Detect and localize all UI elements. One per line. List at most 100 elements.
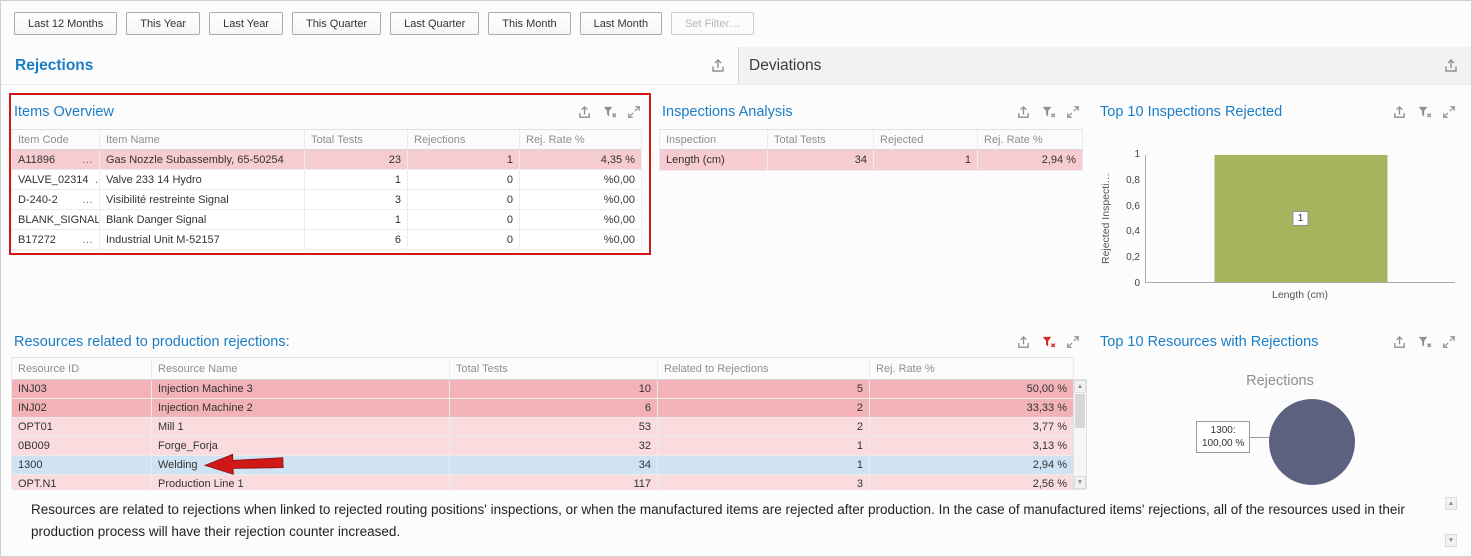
- export-icon[interactable]: [1391, 334, 1407, 350]
- pie-slice-1300[interactable]: [1269, 399, 1355, 485]
- top-resources-title: Top 10 Resources with Rejections: [1100, 334, 1318, 350]
- table-cell: 32: [450, 437, 658, 455]
- table-row[interactable]: 0B009Forge_Forja3213,13 %: [12, 437, 1074, 456]
- export-icon[interactable]: [710, 58, 726, 74]
- export-icon[interactable]: [1015, 334, 1031, 350]
- table-cell: 2: [658, 399, 870, 417]
- column-header[interactable]: Rej. Rate %: [870, 358, 1074, 379]
- column-header[interactable]: Item Code: [12, 130, 100, 149]
- column-header[interactable]: Item Name: [100, 130, 305, 149]
- clear-filter-icon[interactable]: [1416, 334, 1432, 350]
- maximize-icon[interactable]: [1065, 104, 1081, 120]
- info-text: Resources are related to rejections when…: [31, 499, 1423, 543]
- clear-filter-icon[interactable]: [601, 104, 617, 120]
- column-header[interactable]: Rejections: [408, 130, 520, 149]
- bar-chart-plot-area: 1: [1145, 155, 1455, 283]
- column-header[interactable]: Rejected: [874, 130, 978, 149]
- table-row[interactable]: D-240-2…Visibilité restreinte Signal30%0…: [12, 190, 642, 210]
- deviations-tab-title[interactable]: Deviations: [749, 57, 821, 75]
- column-header[interactable]: Rej. Rate %: [520, 130, 642, 149]
- table-cell: %0,00: [520, 230, 642, 249]
- table-cell: VALVE_02314…: [12, 170, 100, 189]
- table-row[interactable]: BLANK_SIGNAL…Blank Danger Signal10%0,00: [12, 210, 642, 230]
- y-axis-title: Rejected Inspecti…: [1100, 173, 1112, 264]
- maximize-icon[interactable]: [1065, 334, 1081, 350]
- pie-slice-callout[interactable]: 1300: 100,00 %: [1196, 421, 1250, 453]
- table-header-row: InspectionTotal TestsRejectedRej. Rate %: [660, 130, 1083, 150]
- table-cell: B17272…: [12, 230, 100, 249]
- table-row[interactable]: A11896…Gas Nozzle Subassembly, 65-502542…: [12, 150, 642, 170]
- table-cell: 1: [658, 437, 870, 455]
- rejections-dashboard: Last 12 Months This Year Last Year This …: [0, 0, 1472, 557]
- table-cell: OPT01: [12, 418, 152, 436]
- column-header[interactable]: Total Tests: [450, 358, 658, 379]
- export-icon[interactable]: [1015, 104, 1031, 120]
- inspections-analysis-title: Inspections Analysis: [662, 104, 793, 120]
- table-cell: Mill 1: [152, 418, 450, 436]
- table-cell: D-240-2…: [12, 190, 100, 209]
- scrollbar-thumb[interactable]: [1075, 394, 1085, 428]
- filter-last-year-button[interactable]: Last Year: [209, 12, 283, 35]
- description-scrollbar[interactable]: ▲ ▼: [1445, 497, 1459, 547]
- scroll-down-icon[interactable]: ▼: [1445, 534, 1457, 547]
- table-row[interactable]: OPT01Mill 15323,77 %: [12, 418, 1074, 437]
- column-header[interactable]: Resource ID: [12, 358, 152, 379]
- filter-this-quarter-button[interactable]: This Quarter: [292, 12, 381, 35]
- export-icon[interactable]: [576, 104, 592, 120]
- filter-this-month-button[interactable]: This Month: [488, 12, 570, 35]
- y-axis-ticks: 1 0,8 0,6 0,4 0,2 0: [1113, 149, 1145, 289]
- items-overview-title: Items Overview: [14, 104, 114, 120]
- table-row[interactable]: VALVE_02314…Valve 233 14 Hydro10%0,00: [12, 170, 642, 190]
- filter-this-year-button[interactable]: This Year: [126, 12, 200, 35]
- export-icon[interactable]: [1391, 104, 1407, 120]
- deviations-group-header[interactable]: Deviations: [738, 47, 1471, 84]
- set-filter-button[interactable]: Set Filter…: [671, 12, 754, 35]
- items-overview-table: Item CodeItem NameTotal TestsRejectionsR…: [11, 129, 642, 250]
- active-filter-icon[interactable]: [1040, 334, 1056, 350]
- table-row[interactable]: OPT.N1Production Line 111732,56 %: [12, 475, 1074, 490]
- column-header[interactable]: Rej. Rate %: [978, 130, 1083, 149]
- date-filter-bar: Last 12 Months This Year Last Year This …: [1, 1, 1471, 47]
- bar-length-cm[interactable]: 1: [1214, 155, 1387, 282]
- column-header[interactable]: Total Tests: [768, 130, 874, 149]
- table-row[interactable]: Length (cm)3412,94 %: [660, 150, 1083, 171]
- scroll-down-icon[interactable]: ▼: [1074, 476, 1086, 489]
- rejections-group-header[interactable]: Rejections: [1, 47, 738, 84]
- table-cell: Length (cm): [660, 150, 768, 170]
- table-row[interactable]: INJ03Injection Machine 310550,00 %: [12, 380, 1074, 399]
- maximize-icon[interactable]: [1441, 104, 1457, 120]
- column-header[interactable]: Total Tests: [305, 130, 408, 149]
- column-header[interactable]: Inspection: [660, 130, 768, 149]
- scroll-up-icon[interactable]: ▲: [1445, 497, 1457, 510]
- table-cell: 0: [408, 190, 520, 209]
- table-cell: 1: [305, 210, 408, 229]
- filter-last-quarter-button[interactable]: Last Quarter: [390, 12, 479, 35]
- table-row[interactable]: B17272…Industrial Unit M-5215760%0,00: [12, 230, 642, 250]
- bar-value-label: 1: [1293, 211, 1309, 226]
- inspections-analysis-toolbar: [1015, 104, 1081, 120]
- filter-last-month-button[interactable]: Last Month: [580, 12, 662, 35]
- table-row[interactable]: 1300Welding3412,94 %: [12, 456, 1074, 475]
- resources-table-scrollbar[interactable]: ▲ ▼: [1073, 379, 1087, 490]
- y-tick: 0: [1134, 278, 1140, 289]
- scroll-up-icon[interactable]: ▲: [1074, 380, 1086, 393]
- table-cell: 3,77 %: [870, 418, 1074, 436]
- maximize-icon[interactable]: [1441, 334, 1457, 350]
- items-overview-header: Items Overview: [11, 95, 648, 129]
- filter-last-12-months-button[interactable]: Last 12 Months: [14, 12, 117, 35]
- table-cell: 0: [408, 230, 520, 249]
- table-row[interactable]: INJ02Injection Machine 26233,33 %: [12, 399, 1074, 418]
- table-cell: Industrial Unit M-52157: [100, 230, 305, 249]
- inspections-analysis-table: InspectionTotal TestsRejectedRej. Rate %…: [659, 129, 1083, 171]
- clear-filter-icon[interactable]: [1416, 104, 1432, 120]
- top-resources-header: Top 10 Resources with Rejections: [1097, 327, 1463, 357]
- table-cell: Blank Danger Signal: [100, 210, 305, 229]
- y-tick: 0,8: [1126, 175, 1140, 186]
- column-header[interactable]: Related to Rejections: [658, 358, 870, 379]
- export-icon[interactable]: [1443, 58, 1459, 74]
- x-axis-category-label: Length (cm): [1145, 283, 1455, 307]
- maximize-icon[interactable]: [626, 104, 642, 120]
- clear-filter-icon[interactable]: [1040, 104, 1056, 120]
- column-header[interactable]: Resource Name: [152, 358, 450, 379]
- rejections-tab-title[interactable]: Rejections: [15, 57, 93, 75]
